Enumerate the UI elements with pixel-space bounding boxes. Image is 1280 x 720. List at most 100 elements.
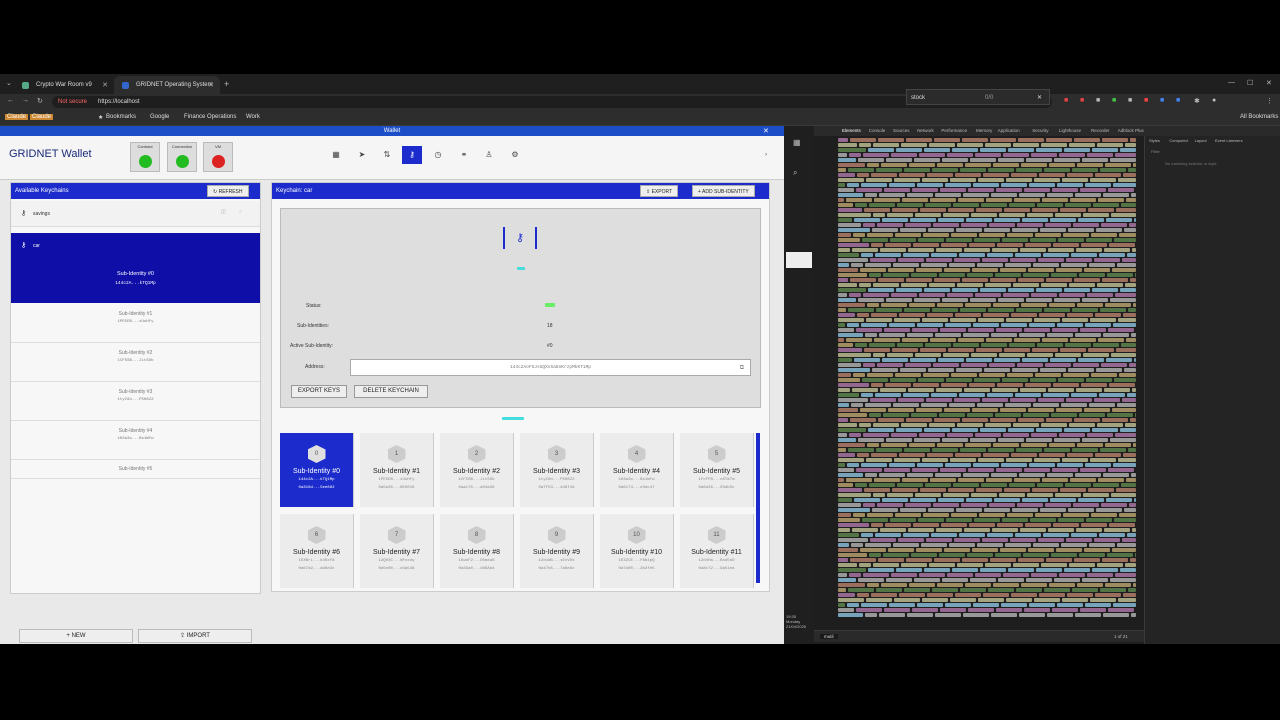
devtools-tab[interactable]: Lighthouse bbox=[1059, 128, 1081, 133]
maximize-icon[interactable]: ☐ bbox=[1247, 79, 1253, 87]
sub-identity-card[interactable]: 10 Sub-Identity #10 1E3ZCE...F6b4pQ 0a7a00.… bbox=[600, 514, 674, 588]
sub-identity-card[interactable]: 4 Sub-Identity #4 1K3a3o...Bs1Wfw 0a6174...… bbox=[600, 433, 674, 507]
close-tab-icon[interactable]: ✕ bbox=[102, 81, 108, 89]
devtools-tab[interactable]: Network bbox=[917, 128, 934, 133]
devtools-tab[interactable]: Adblock Plus bbox=[1118, 128, 1144, 133]
list-item[interactable]: Sub-Identity #3 1tyC6n...P5H8Z2 bbox=[11, 383, 260, 421]
devtools-tab[interactable]: Performance bbox=[941, 128, 967, 133]
styles-tab[interactable]: Computed bbox=[1169, 138, 1187, 143]
bookmark-claude-2[interactable]: Claude bbox=[30, 114, 54, 120]
styles-filter-input[interactable]: Filter bbox=[1151, 149, 1160, 154]
extension-icon[interactable]: ■ bbox=[1112, 97, 1116, 104]
sub-identity-card[interactable]: 7 Sub-Identity #7 12QH3C...NFxxdy 0a5e00...… bbox=[360, 514, 434, 588]
sub-identity-name[interactable]: Sub-Identity #0 bbox=[11, 271, 260, 277]
sub-identity-card[interactable]: 6 Sub-Identity #6 1EXBrL...b4Sxf8 0a67a9...… bbox=[280, 514, 354, 588]
sub-identity-card[interactable]: 9 Sub-Identity #9 12dvWG...sEcVDs 0a47b5...… bbox=[520, 514, 594, 588]
devtools-tab[interactable]: Elements bbox=[842, 128, 861, 133]
list-item[interactable]: Sub-Identity #4 1K3a3o...Bs1Wfw bbox=[11, 422, 260, 460]
export-button[interactable]: ⇪ EXPORT bbox=[640, 185, 679, 197]
send-icon[interactable]: ➤ bbox=[352, 146, 372, 164]
browser-tab-active[interactable]: GRIDNET Operating System ✕ bbox=[114, 76, 220, 94]
settings-icon[interactable]: ⚙ bbox=[505, 146, 525, 164]
collapse-icon[interactable]: › bbox=[756, 146, 776, 164]
security-warning[interactable]: Not secure bbox=[58, 99, 87, 105]
bookmark-claude[interactable]: Claude bbox=[5, 114, 29, 120]
side-panel-thumb[interactable] bbox=[786, 252, 812, 268]
sub-identity-card[interactable]: 8 Sub-Identity #8 1EwoF2...D5mxwS 0a39a0...… bbox=[440, 514, 514, 588]
extension-icon[interactable]: ■ bbox=[1176, 97, 1180, 104]
bookmark-finance-operations[interactable]: Finance Operations bbox=[184, 114, 236, 120]
menu-icon[interactable]: ⋮ bbox=[1266, 97, 1273, 105]
delete-icon[interactable]: ○ bbox=[239, 209, 242, 215]
keychain-item-selected[interactable]: ⚷ car Sub-Identity #0 144c2A...kTQ1Mp bbox=[11, 233, 260, 303]
code-token bbox=[1091, 373, 1117, 377]
reload-icon[interactable]: ↻ bbox=[37, 97, 43, 105]
keychain-item[interactable]: ⚷ savings ◫ ○ bbox=[11, 201, 260, 227]
back-icon[interactable]: ← bbox=[7, 97, 14, 104]
minimize-icon[interactable]: — bbox=[1228, 79, 1235, 86]
grid-icon[interactable]: ▦ bbox=[326, 146, 346, 164]
styles-tab[interactable]: Styles bbox=[1149, 138, 1160, 143]
devtools-tab[interactable]: Application bbox=[998, 128, 1020, 133]
code-token bbox=[1064, 288, 1090, 292]
delete-keychain-button[interactable]: DELETE KEYCHAIN bbox=[354, 385, 428, 398]
key-icon[interactable]: ⚷ bbox=[402, 146, 422, 164]
import-keychain-button[interactable]: ⇪ IMPORT bbox=[138, 629, 252, 643]
export-keys-button[interactable]: EXPORT KEYS bbox=[291, 385, 347, 398]
new-tab-icon[interactable]: + bbox=[224, 79, 229, 89]
omnibox[interactable]: Not secure https://localhost bbox=[52, 96, 1052, 108]
grid-scrollbar[interactable] bbox=[756, 433, 760, 583]
close-window-icon[interactable]: ✕ bbox=[1266, 79, 1272, 87]
bookmark-bookmarks[interactable]: Bookmarks bbox=[106, 114, 136, 120]
new-keychain-button[interactable]: + NEW bbox=[19, 629, 133, 643]
devtools-tab[interactable]: Memory bbox=[976, 128, 992, 133]
sub-identity-card[interactable]: 11 Sub-Identity #11 12d4Ha...Bsd5nD 0a8c72.… bbox=[680, 514, 754, 588]
extension-icon[interactable]: ■ bbox=[1064, 97, 1068, 104]
url-text[interactable]: https://localhost bbox=[98, 99, 140, 105]
search-icon[interactable]: ⌕ bbox=[793, 168, 797, 178]
extension-icon[interactable]: ■ bbox=[1096, 97, 1100, 104]
list-item[interactable]: Sub-Identity #1 1PE5EB...zUuHfy bbox=[11, 305, 260, 343]
copy-icon[interactable]: ⧉ bbox=[740, 360, 744, 375]
sub-identity-card[interactable]: 0 Sub-Identity #0 144c2A...kTQ1Mp 0a316d...… bbox=[280, 433, 354, 507]
tab-search-icon[interactable]: ⌄ bbox=[6, 79, 12, 87]
grid-icon[interactable]: ▦ bbox=[793, 138, 801, 147]
bookmark-google[interactable]: Google bbox=[150, 114, 169, 120]
export-icon[interactable]: ◫ bbox=[221, 209, 226, 215]
sub-identity-card[interactable]: 3 Sub-Identity #3 1tyC6n...P5H8Z2 0a7F53...… bbox=[520, 433, 594, 507]
list-item[interactable]: Sub-Identity #2 1CF5SB...JLtSOb bbox=[11, 344, 260, 382]
devtools-tab[interactable]: Sources bbox=[893, 128, 910, 133]
close-window-icon[interactable]: ✕ bbox=[763, 127, 769, 135]
bookmark-work[interactable]: Work bbox=[246, 114, 260, 120]
history-icon[interactable]: ◷ bbox=[428, 146, 448, 164]
network-icon[interactable]: ⚭ bbox=[454, 146, 474, 164]
profile-icon[interactable]: ● bbox=[1212, 97, 1216, 104]
all-bookmarks[interactable]: All Bookmarks bbox=[1240, 114, 1278, 120]
address-field[interactable]: 144c2AoF5JsGQXvSa8nKrzpMkKT1Mp ⧉ bbox=[350, 359, 751, 376]
devtools-tab[interactable]: Recorder bbox=[1091, 128, 1110, 133]
extension-icon[interactable]: ■ bbox=[1144, 97, 1148, 104]
list-item[interactable]: Sub-Identity #5 bbox=[11, 461, 260, 479]
devtools-tab[interactable]: Security bbox=[1032, 128, 1048, 133]
sub-identity-card[interactable]: 5 Sub-Identity #5 1FcFP8...nSTaTm 0a6d26...… bbox=[680, 433, 754, 507]
forward-icon[interactable]: → bbox=[22, 97, 29, 104]
extension-icon[interactable]: ■ bbox=[1128, 97, 1132, 104]
styles-tab[interactable]: Event Listeners bbox=[1215, 138, 1243, 143]
sub-identity-card[interactable]: 1 Sub-Identity #1 1PE5EB...zUuHfy 0a5a30...… bbox=[360, 433, 434, 507]
devtools-search-input[interactable]: mutil bbox=[820, 634, 838, 639]
extensions-puzzle-icon[interactable]: ✱ bbox=[1194, 97, 1200, 105]
transfer-icon[interactable]: ⇅ bbox=[377, 146, 397, 164]
add-sub-identity-button[interactable]: + ADD SUB-IDENTITY bbox=[692, 185, 755, 197]
find-input[interactable]: stock bbox=[911, 95, 925, 101]
close-find-icon[interactable]: ✕ bbox=[1037, 94, 1042, 101]
user-icon[interactable]: ♙ bbox=[479, 146, 499, 164]
refresh-button[interactable]: ↻ REFRESH bbox=[207, 185, 249, 197]
extension-icon[interactable]: ■ bbox=[1160, 97, 1164, 104]
extension-icon[interactable]: ■ bbox=[1080, 97, 1084, 104]
styles-tab[interactable]: Layout bbox=[1195, 138, 1207, 143]
sub-identity-card[interactable]: 2 Sub-Identity #2 1CF5SB...JLtSOb 0aa170...… bbox=[440, 433, 514, 507]
devtools-tab[interactable]: Console bbox=[869, 128, 886, 133]
close-tab-icon[interactable]: ✕ bbox=[208, 81, 214, 89]
elements-tree[interactable] bbox=[814, 138, 1144, 626]
browser-tab[interactable]: Crypto War Room v9 ✕ bbox=[14, 76, 114, 94]
